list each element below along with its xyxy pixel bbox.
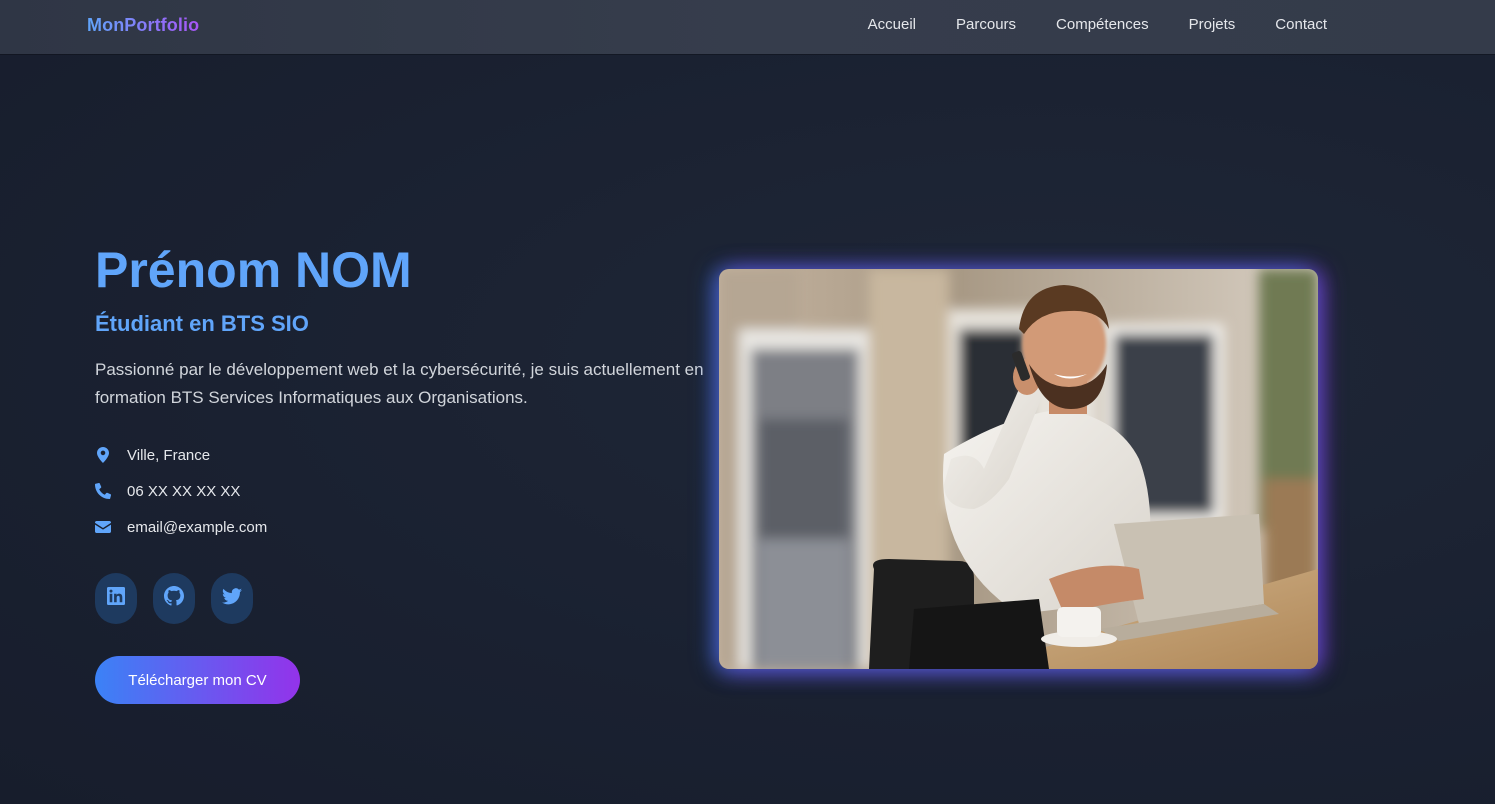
linkedin-button[interactable] [95,573,137,624]
twitter-icon [222,587,242,610]
map-pin-icon [95,447,111,463]
social-links [95,573,715,624]
hero-section: Prénom NOM Étudiant en BTS SIO Passionné… [95,240,715,704]
nav-links: Accueil Parcours Compétences Projets Con… [868,16,1327,33]
hero-photo [719,269,1318,669]
envelope-icon [95,519,111,535]
nav-link-accueil[interactable]: Accueil [868,16,916,33]
contact-list: Ville, France 06 XX XX XX XX email@examp… [95,437,715,545]
twitter-button[interactable] [211,573,253,624]
hero-photo-illustration [719,269,1318,669]
contact-location: Ville, France [95,437,715,473]
hero-subtitle: Étudiant en BTS SIO [95,311,309,336]
nav-link-contact[interactable]: Contact [1275,16,1327,33]
download-cv-button[interactable]: Télécharger mon CV [95,656,300,704]
contact-location-text: Ville, France [127,446,211,464]
page: MonPortfolio Accueil Parcours Compétence… [0,0,1495,804]
hero-description: Passionné par le développement web et la… [95,360,704,407]
hero-name: Prénom NOM [95,242,412,298]
nav-link-parcours[interactable]: Parcours [956,16,1016,33]
contact-phone: 06 XX XX XX XX [95,473,715,509]
contact-email: email@example.com [95,509,715,545]
contact-phone-text: 06 XX XX XX XX [127,482,241,500]
linkedin-icon [107,587,125,610]
site-logo[interactable]: MonPortfolio [87,15,199,36]
github-icon [164,586,184,611]
contact-email-text: email@example.com [127,518,268,536]
nav-link-competences[interactable]: Compétences [1056,16,1149,33]
github-button[interactable] [153,573,195,624]
nav-link-projets[interactable]: Projets [1189,16,1236,33]
phone-icon [95,483,111,499]
navbar: MonPortfolio Accueil Parcours Compétence… [0,0,1495,54]
